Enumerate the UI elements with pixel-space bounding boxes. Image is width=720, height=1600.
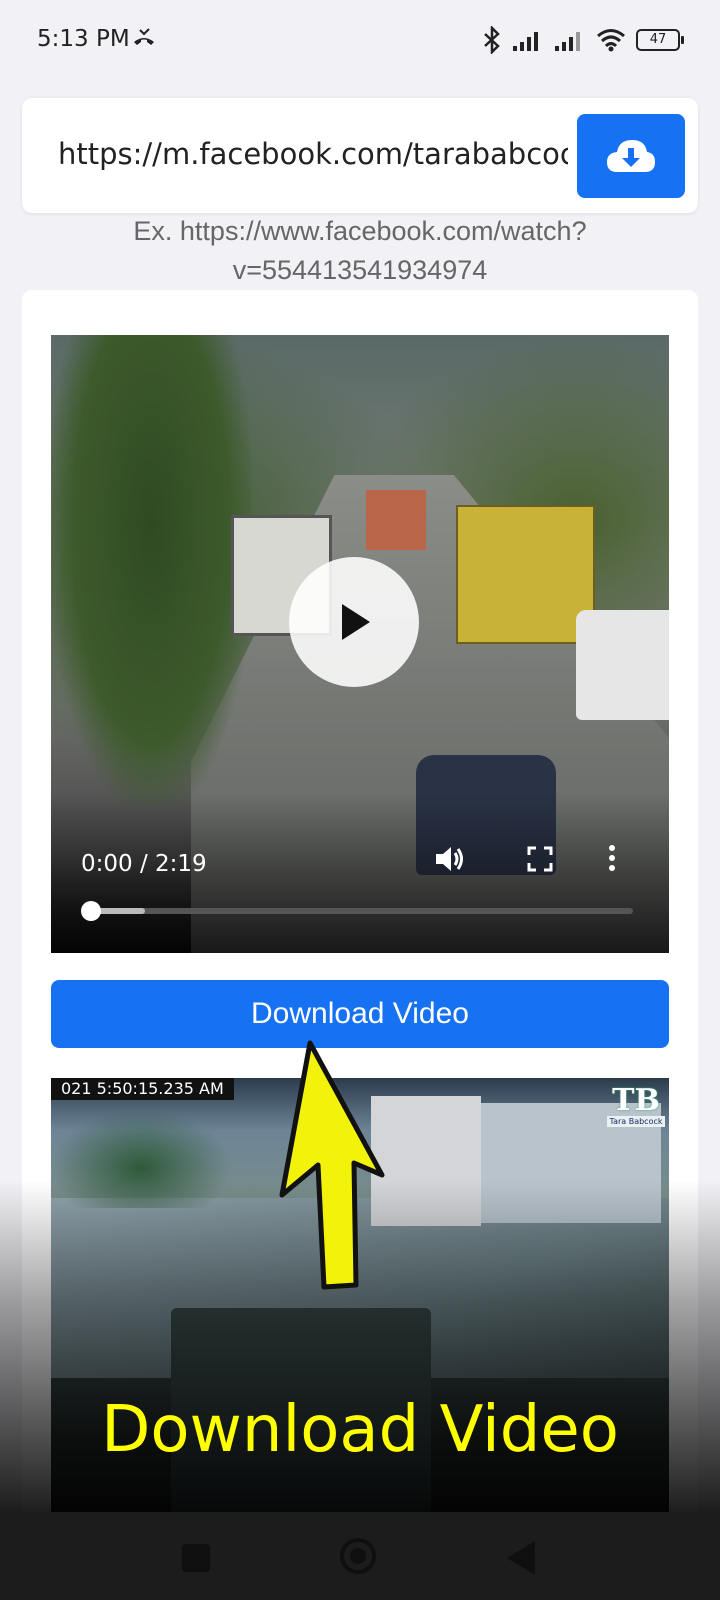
video-player[interactable]: 0:00 / 2:19 [51, 335, 669, 953]
signal-icon [513, 32, 538, 51]
battery-icon: 47 [636, 29, 684, 51]
more-icon[interactable] [607, 843, 617, 877]
status-bar: 5:13 PM 47 [0, 0, 720, 80]
url-card: https://m.facebook.com/tarababcock [22, 98, 698, 213]
url-example-hint: Ex. https://www.facebook.com/watch? v=55… [0, 212, 720, 290]
channel-logo: TB Tara Babcock [607, 1086, 665, 1127]
recent-apps-button[interactable] [182, 1544, 210, 1572]
play-button[interactable] [289, 557, 419, 687]
hint-line-1: Ex. https://www.facebook.com/watch? [133, 216, 587, 246]
missed-call-icon [132, 28, 156, 52]
home-button[interactable] [340, 1538, 376, 1574]
pointer-arrow-icon [279, 1040, 385, 1290]
scene-truck-yellow [456, 505, 595, 644]
cloud-download-icon [607, 140, 655, 172]
hint-line-2: v=554413541934974 [232, 255, 488, 285]
volume-icon[interactable] [433, 843, 467, 879]
play-icon [342, 604, 370, 640]
status-time: 5:13 PM [37, 26, 130, 52]
logo-subtext: Tara Babcock [607, 1116, 665, 1127]
fetch-video-button[interactable] [577, 114, 685, 198]
scene-van-white [576, 610, 669, 720]
signal-icon [555, 32, 580, 51]
scene-trees-left [51, 335, 251, 805]
video-time: 0:00 / 2:19 [81, 851, 207, 877]
overlay-caption: Download Video [101, 1393, 619, 1467]
progress-thumb[interactable] [81, 901, 101, 921]
camera-timestamp: 021 5:50:15.235 AM [51, 1078, 234, 1100]
logo-text: TB [612, 1083, 660, 1118]
progress-bar[interactable] [81, 901, 633, 921]
url-input[interactable]: https://m.facebook.com/tarababcock [58, 126, 568, 182]
wifi-icon [597, 29, 625, 52]
bluetooth-icon [484, 26, 500, 54]
fullscreen-icon[interactable] [526, 845, 554, 877]
scene-red-truck [366, 490, 426, 550]
back-button[interactable] [507, 1541, 535, 1575]
status-icons: 47 [482, 26, 684, 54]
